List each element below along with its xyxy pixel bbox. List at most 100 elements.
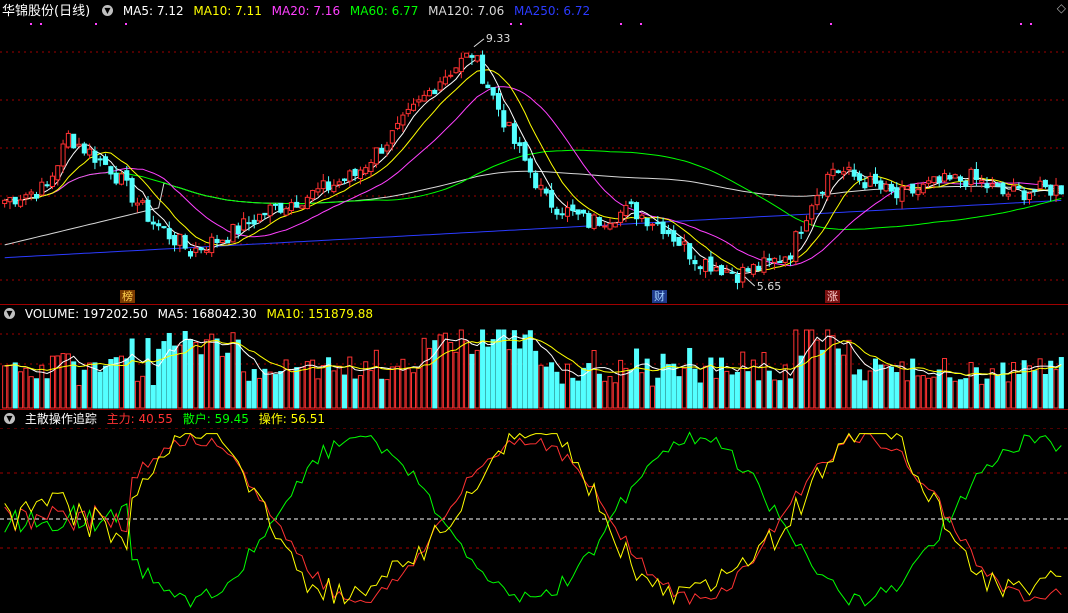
- volume-bar-52: [278, 371, 284, 409]
- candle-body-135: [718, 265, 725, 276]
- top-marker-dot-6: [620, 23, 622, 25]
- stock-title: 华锦股份(日线): [2, 4, 91, 19]
- volume-bar-162: [862, 380, 868, 409]
- ma250-line: [4, 199, 1062, 259]
- candle-body-188: [1000, 182, 1006, 195]
- volume-bar-158: [841, 354, 847, 409]
- ma10-label: MA10: 7.11: [193, 4, 262, 18]
- volume-bar-77: [411, 372, 417, 409]
- candle-body-33: [177, 233, 183, 246]
- marker-zhang[interactable]: 涨: [825, 290, 840, 303]
- candle-body-123: [655, 222, 661, 225]
- volume-bar-128: [681, 367, 687, 409]
- candle-body-136: [724, 269, 730, 273]
- candle-body-169: [899, 186, 905, 202]
- volume-bar-165: [878, 364, 884, 409]
- candle-body-74: [395, 122, 401, 129]
- candle-body-172: [915, 189, 921, 196]
- candle-body-46: [246, 222, 252, 225]
- candle-body-131: [697, 266, 703, 270]
- candle-body-98: [522, 142, 528, 161]
- volume-bar-48: [257, 377, 263, 409]
- volume-bar-144: [766, 370, 772, 409]
- top-marker-dot-1: [40, 23, 42, 25]
- volume-bar-101: [538, 364, 544, 409]
- candle-body-65: [347, 170, 353, 182]
- candle-body-146: [777, 261, 783, 264]
- volume-bar-153: [814, 339, 820, 409]
- volume-bar-66: [352, 378, 358, 409]
- volume-bar-157: [835, 348, 841, 409]
- volume-menu-icon[interactable]: ▼: [4, 308, 15, 319]
- volume-bar-51: [272, 374, 278, 409]
- volume-bar-108: [575, 380, 581, 409]
- candle-body-88: [469, 55, 475, 58]
- candle-body-159: [846, 166, 852, 171]
- volume-bar-29: [156, 348, 162, 409]
- volume-bar-129: [687, 347, 693, 409]
- volume-bar-26: [140, 375, 146, 409]
- price-chart[interactable]: 9.33 5.65: [0, 18, 1068, 304]
- candle-body-5: [28, 191, 34, 195]
- ma5-label: MA5: 7.12: [122, 4, 184, 18]
- candle-body-36: [193, 247, 199, 253]
- volume-bar-89: [474, 349, 480, 409]
- volume-bar-39: [209, 333, 215, 409]
- candle-body-196: [1042, 179, 1048, 188]
- volume-bar-107: [570, 377, 576, 409]
- marker-bang[interactable]: 榜: [120, 290, 135, 303]
- volume-bar-131: [697, 382, 703, 409]
- candle-body-41: [219, 239, 225, 244]
- volume-bar-167: [888, 366, 894, 409]
- candle-body-192: [1021, 190, 1027, 201]
- volume-bar-179: [952, 380, 958, 409]
- marker-cai[interactable]: 财: [652, 290, 667, 303]
- top-marker-dot-8: [830, 23, 832, 25]
- candle-body-6: [33, 194, 40, 199]
- volume-chart[interactable]: [0, 322, 1068, 409]
- candle-body-40: [214, 238, 220, 244]
- indicator-chart[interactable]: [0, 428, 1068, 613]
- diamond-icon[interactable]: ◇: [1057, 1, 1066, 15]
- settings-icon[interactable]: ▼: [101, 5, 113, 16]
- top-marker-dot-10: [1030, 23, 1032, 25]
- candle-body-68: [363, 167, 369, 174]
- volume-bar-193: [1026, 365, 1033, 409]
- candle-body-72: [384, 144, 390, 152]
- candle-body-12: [65, 132, 71, 148]
- volume-bar-16: [87, 362, 93, 409]
- volume-bar-156: [830, 335, 836, 409]
- candle-body-79: [421, 94, 427, 102]
- candle-body-195: [1037, 180, 1043, 190]
- candle-body-125: [665, 229, 671, 235]
- volume-bar-181: [963, 378, 969, 409]
- volume-bar-184: [979, 383, 985, 409]
- volume-bar-99: [527, 330, 533, 409]
- volume-bar-118: [628, 369, 634, 409]
- candle-body-165: [878, 180, 884, 190]
- candle-body-152: [809, 205, 815, 220]
- candle-body-171: [910, 183, 916, 194]
- candle-body-150: [798, 231, 804, 234]
- candle-body-138: [734, 274, 740, 283]
- candle-body-37: [198, 247, 204, 251]
- volume-bar-140: [745, 371, 751, 409]
- candle-body-105: [559, 213, 565, 216]
- volume-bar-122: [649, 385, 655, 409]
- candle-body-4: [23, 194, 29, 199]
- volume-bar-94: [501, 329, 507, 409]
- candle-body-114: [607, 223, 613, 230]
- candle-body-149: [793, 231, 799, 262]
- volume-bar-45: [241, 371, 247, 409]
- candle-body-27: [145, 199, 151, 222]
- candle-body-179: [952, 174, 958, 179]
- volume-bar-142: [756, 380, 762, 409]
- top-marker-dot-7: [640, 23, 642, 25]
- candle-body-14: [76, 143, 82, 147]
- volume-bar-78: [416, 367, 422, 409]
- chart-window[interactable]: 华锦股份(日线) ▼ MA5: 7.12 MA10: 7.11 MA20: 7.…: [0, 0, 1068, 613]
- candle-body-140: [745, 268, 751, 272]
- indicator-menu-icon[interactable]: ▼: [4, 413, 15, 424]
- volume-bar-84: [448, 342, 454, 409]
- candle-body-108: [575, 209, 581, 215]
